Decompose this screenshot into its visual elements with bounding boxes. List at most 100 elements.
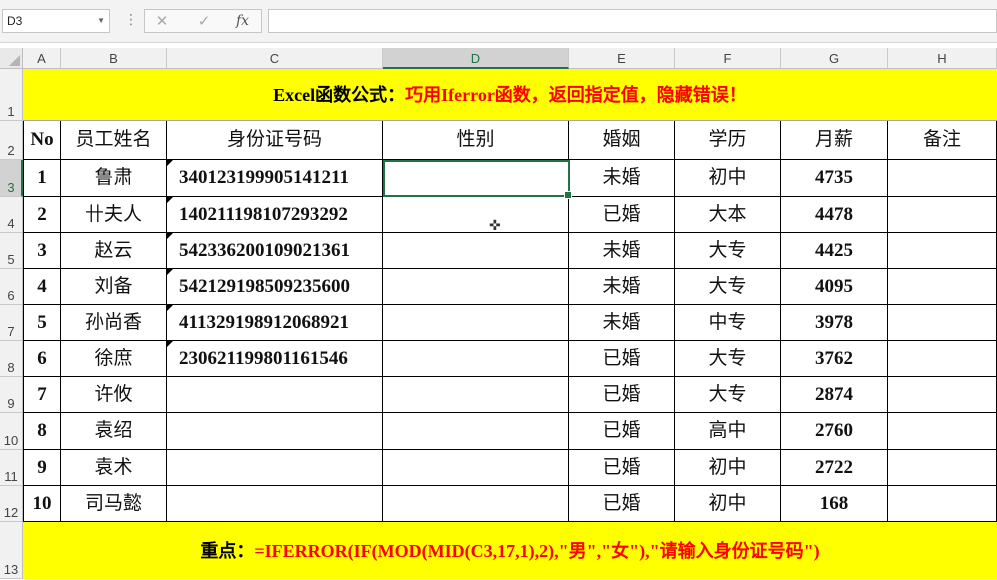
column-header-e[interactable]: E <box>569 48 675 69</box>
cell-gender[interactable] <box>383 413 569 450</box>
cell-note[interactable] <box>888 377 997 413</box>
cell-no[interactable]: 8 <box>23 413 61 450</box>
cell-gender[interactable] <box>383 197 569 233</box>
header-note[interactable]: 备注 <box>888 121 997 160</box>
header-id[interactable]: 身份证号码 <box>167 121 383 160</box>
cell-salary[interactable]: 4478 <box>781 197 888 233</box>
cell-marital[interactable]: 已婚 <box>569 413 675 450</box>
cell-marital[interactable]: 未婚 <box>569 160 675 197</box>
cell-note[interactable] <box>888 160 997 197</box>
cell-salary[interactable]: 168 <box>781 486 888 522</box>
header-gender[interactable]: 性别 <box>383 121 569 160</box>
row-header-6[interactable]: 6 <box>0 269 23 305</box>
select-all-button[interactable] <box>0 48 23 69</box>
cell-id[interactable]: 411329198912068921 <box>167 305 383 341</box>
cell-no[interactable]: 6 <box>23 341 61 377</box>
cell-salary[interactable]: 2722 <box>781 450 888 486</box>
cell-note[interactable] <box>888 269 997 305</box>
cell-name[interactable]: 鲁肃 <box>61 160 167 197</box>
cell-salary[interactable]: 4425 <box>781 233 888 269</box>
cell-edu[interactable]: 大本 <box>675 197 781 233</box>
row-header-8[interactable]: 8 <box>0 341 23 377</box>
cell-note[interactable] <box>888 305 997 341</box>
cell-edu[interactable]: 初中 <box>675 450 781 486</box>
cell-note[interactable] <box>888 450 997 486</box>
column-header-h[interactable]: H <box>888 48 997 69</box>
cell-name[interactable]: 司马懿 <box>61 486 167 522</box>
cell-id[interactable] <box>167 450 383 486</box>
cell-no[interactable]: 4 <box>23 269 61 305</box>
cell-gender[interactable] <box>383 233 569 269</box>
cell-note[interactable] <box>888 233 997 269</box>
cell-id[interactable] <box>167 486 383 522</box>
cell-gender[interactable] <box>383 450 569 486</box>
cell-marital[interactable]: 已婚 <box>569 486 675 522</box>
header-marital[interactable]: 婚姻 <box>569 121 675 160</box>
column-header-g[interactable]: G <box>781 48 888 69</box>
header-no[interactable]: No <box>23 121 61 160</box>
row-header-1[interactable]: 1 <box>0 69 23 121</box>
cell-note[interactable] <box>888 341 997 377</box>
row-header-5[interactable]: 5 <box>0 233 23 269</box>
formula-input[interactable] <box>268 9 997 33</box>
cell-no[interactable]: 9 <box>23 450 61 486</box>
name-box[interactable]: D3 ▼ <box>2 9 110 33</box>
column-header-b[interactable]: B <box>61 48 167 69</box>
title-banner[interactable]: Excel函数公式：巧用Iferror函数，返回指定值，隐藏错误！ <box>23 69 997 121</box>
cell-no[interactable]: 10 <box>23 486 61 522</box>
cell-marital[interactable]: 未婚 <box>569 269 675 305</box>
column-header-a[interactable]: A <box>23 48 61 69</box>
cell-id[interactable]: 230621199801161546 <box>167 341 383 377</box>
cell-name[interactable]: 赵云 <box>61 233 167 269</box>
cell-id[interactable]: 140211198107293292 <box>167 197 383 233</box>
cell-no[interactable]: 5 <box>23 305 61 341</box>
row-header-2[interactable]: 2 <box>0 121 23 160</box>
cell-gender[interactable] <box>383 305 569 341</box>
cell-id[interactable]: 542336200109021361 <box>167 233 383 269</box>
column-header-c[interactable]: C <box>167 48 383 69</box>
cell-no[interactable]: 3 <box>23 233 61 269</box>
cell-salary[interactable]: 3978 <box>781 305 888 341</box>
row-header-10[interactable]: 10 <box>0 413 23 450</box>
cell-gender[interactable] <box>383 341 569 377</box>
cell-name[interactable]: 袁术 <box>61 450 167 486</box>
cell-marital[interactable]: 未婚 <box>569 305 675 341</box>
cell-edu[interactable]: 初中 <box>675 160 781 197</box>
cell-id[interactable] <box>167 413 383 450</box>
cell-name[interactable]: 孙尚香 <box>61 305 167 341</box>
cell-name[interactable]: 徐庶 <box>61 341 167 377</box>
cell-edu[interactable]: 中专 <box>675 305 781 341</box>
cell-no[interactable]: 1 <box>23 160 61 197</box>
cell-gender[interactable] <box>383 269 569 305</box>
column-header-d[interactable]: D <box>383 48 569 69</box>
cell-salary[interactable]: 4735 <box>781 160 888 197</box>
fill-handle[interactable] <box>564 191 572 199</box>
header-education[interactable]: 学历 <box>675 121 781 160</box>
cell-name[interactable]: 许攸 <box>61 377 167 413</box>
row-header-3[interactable]: 3 <box>0 160 23 197</box>
cell-no[interactable]: 7 <box>23 377 61 413</box>
cell-gender[interactable] <box>383 486 569 522</box>
row-header-11[interactable]: 11 <box>0 450 23 486</box>
cell-no[interactable]: 2 <box>23 197 61 233</box>
cell-marital[interactable]: 已婚 <box>569 450 675 486</box>
cell-name[interactable]: 刘备 <box>61 269 167 305</box>
cell-marital[interactable]: 已婚 <box>569 197 675 233</box>
row-header-4[interactable]: 4 <box>0 197 23 233</box>
cell-marital[interactable]: 已婚 <box>569 341 675 377</box>
row-header-7[interactable]: 7 <box>0 305 23 341</box>
cell-edu[interactable]: 高中 <box>675 413 781 450</box>
cell-id[interactable]: 340123199905141211 <box>167 160 383 197</box>
cell-edu[interactable]: 大专 <box>675 269 781 305</box>
drag-handle-icon[interactable]: ⋮ <box>124 13 138 27</box>
cell-gender[interactable] <box>383 377 569 413</box>
cell-id[interactable]: 542129198509235600 <box>167 269 383 305</box>
cell-salary[interactable]: 2874 <box>781 377 888 413</box>
cell-note[interactable] <box>888 486 997 522</box>
formula-note-banner[interactable]: 重点：=IFERROR(IF(MOD(MID(C3,17,1),2),"男","… <box>23 522 997 579</box>
cell-salary[interactable]: 3762 <box>781 341 888 377</box>
cell-name[interactable]: 卄夫人 <box>61 197 167 233</box>
column-header-f[interactable]: F <box>675 48 781 69</box>
cell-edu[interactable]: 初中 <box>675 486 781 522</box>
header-name[interactable]: 员工姓名 <box>61 121 167 160</box>
